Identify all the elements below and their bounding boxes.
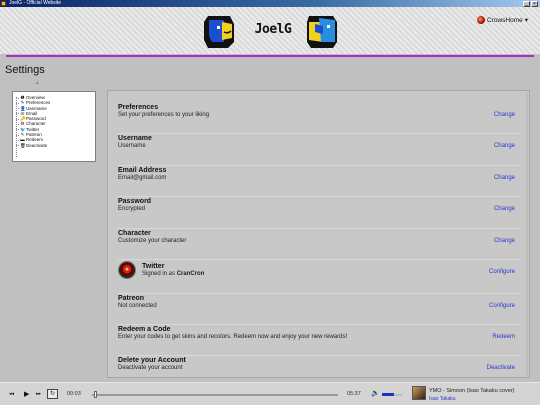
configure-patreon-link[interactable]: Configure bbox=[489, 303, 515, 309]
change-email-link[interactable]: Change bbox=[494, 175, 515, 181]
twitter-text: Twitter Signed in as CranCron bbox=[142, 263, 521, 277]
signed-in-label: Signed in as bbox=[142, 271, 177, 277]
deactivate-account-link[interactable]: Deactivate bbox=[487, 365, 515, 371]
change-character-link[interactable]: Change bbox=[494, 238, 515, 244]
settings-row-character: Character Customize your character Chang… bbox=[118, 230, 521, 260]
volume-level bbox=[382, 393, 394, 396]
settings-row-username: Username Username Change bbox=[118, 135, 521, 166]
twitter-avatar bbox=[118, 261, 136, 279]
tree-line bbox=[16, 97, 17, 157]
settings-panel: Preferences Set your preferences to your… bbox=[107, 90, 530, 378]
track-title: YMO - Simoon (Isao Takaku cover) bbox=[429, 388, 515, 394]
elapsed-time: 00:03 bbox=[67, 391, 81, 397]
settings-row-delete: Delete your Account Deactivate your acco… bbox=[118, 357, 521, 377]
change-username-link[interactable]: Change bbox=[494, 143, 515, 149]
setting-title: Preferences bbox=[118, 104, 159, 111]
settings-nav-tree: ❶ Overview ✎ Preferences 👤 Username ✉ Email … bbox=[12, 91, 96, 162]
settings-row-patreon: Patreon Not connected Configure bbox=[118, 295, 521, 325]
setting-title: Patreon bbox=[118, 295, 145, 302]
settings-row-email: Email Address Email@gmail.com Change bbox=[118, 167, 521, 197]
setting-title: Username bbox=[118, 135, 152, 142]
user-avatar bbox=[476, 16, 485, 24]
twitter-handle: CranCron bbox=[176, 271, 205, 277]
setting-title: Delete your Account bbox=[118, 357, 186, 364]
setting-description: Deactivate your account bbox=[118, 365, 183, 371]
redeem-code-link[interactable]: Redeem bbox=[492, 334, 515, 340]
user-name: CrowsHome bbox=[486, 16, 523, 24]
sidebar-item-label: Deactivate bbox=[26, 142, 48, 148]
minimize-button[interactable]: _ bbox=[523, 0, 530, 7]
setting-title: Password bbox=[118, 198, 152, 205]
window-buttons: _ × bbox=[523, 0, 538, 7]
setting-description: Customize your character bbox=[118, 238, 187, 244]
mascot-left-icon bbox=[204, 16, 234, 48]
track-artist-link[interactable]: Isao Takaku bbox=[429, 396, 456, 402]
settings-row-password: Password Encrypted Change bbox=[118, 198, 521, 229]
seek-bar[interactable] bbox=[92, 394, 338, 396]
app-icon bbox=[1, 1, 6, 6]
play-button[interactable]: ▶ bbox=[24, 390, 29, 398]
settings-row-preferences: Preferences Set your preferences to your… bbox=[118, 104, 521, 134]
sidebar-item-deactivate[interactable]: 🗑 Deactivate bbox=[16, 142, 95, 148]
setting-description: Set your preferences to your liking bbox=[118, 112, 210, 118]
trash-icon: 🗑 bbox=[20, 142, 26, 148]
change-preferences-link[interactable]: Change bbox=[494, 112, 515, 118]
setting-value: Encrypted bbox=[118, 206, 146, 212]
volume-icon[interactable]: 🔈 bbox=[371, 389, 380, 397]
track-duration: 05:37 bbox=[347, 391, 361, 397]
page-title: Settings bbox=[5, 64, 45, 76]
loop-button[interactable]: ↻ bbox=[47, 389, 58, 399]
previous-track-button[interactable]: ◂◂ bbox=[9, 391, 14, 397]
setting-status: Not connected bbox=[118, 303, 157, 309]
seek-handle[interactable] bbox=[94, 391, 98, 398]
next-track-button[interactable]: ▸▸ bbox=[36, 391, 41, 397]
window-title-bar[interactable]: JoelG - Official Website _ × bbox=[0, 0, 540, 7]
scrollbar[interactable] bbox=[526, 92, 528, 376]
setting-status: Signed in as CranCron bbox=[142, 271, 521, 277]
user-menu[interactable]: CrowsHome ▾ bbox=[476, 16, 528, 24]
brand-logo[interactable]: JoelG bbox=[248, 22, 298, 37]
settings-row-twitter: Twitter Signed in as CranCron Configure bbox=[118, 261, 521, 294]
setting-description: Enter your codes to get skins and recolo… bbox=[118, 334, 348, 340]
chevron-down-icon: ▾ bbox=[524, 17, 528, 24]
album-art bbox=[412, 386, 426, 400]
setting-title: Email Address bbox=[118, 167, 167, 174]
pin-icon[interactable]: ⊥ bbox=[35, 80, 39, 86]
setting-title: Character bbox=[118, 230, 151, 237]
setting-value: Email@gmail.com bbox=[118, 175, 167, 181]
change-password-link[interactable]: Change bbox=[494, 206, 515, 212]
setting-title: Twitter bbox=[142, 263, 165, 270]
header-divider bbox=[6, 55, 534, 57]
settings-row-redeem: Redeem a Code Enter your codes to get sk… bbox=[118, 326, 521, 356]
setting-value: Username bbox=[118, 143, 146, 149]
close-button[interactable]: × bbox=[531, 0, 538, 7]
configure-twitter-link[interactable]: Configure bbox=[489, 269, 515, 275]
setting-title: Redeem a Code bbox=[118, 326, 171, 333]
window-title: JoelG - Official Website bbox=[9, 0, 62, 6]
mascot-right-icon bbox=[307, 16, 337, 48]
music-player: ◂◂ ▶ ▸▸ ↻ 00:03 05:37 🔈 YMO - Simoon (Is… bbox=[0, 382, 540, 405]
